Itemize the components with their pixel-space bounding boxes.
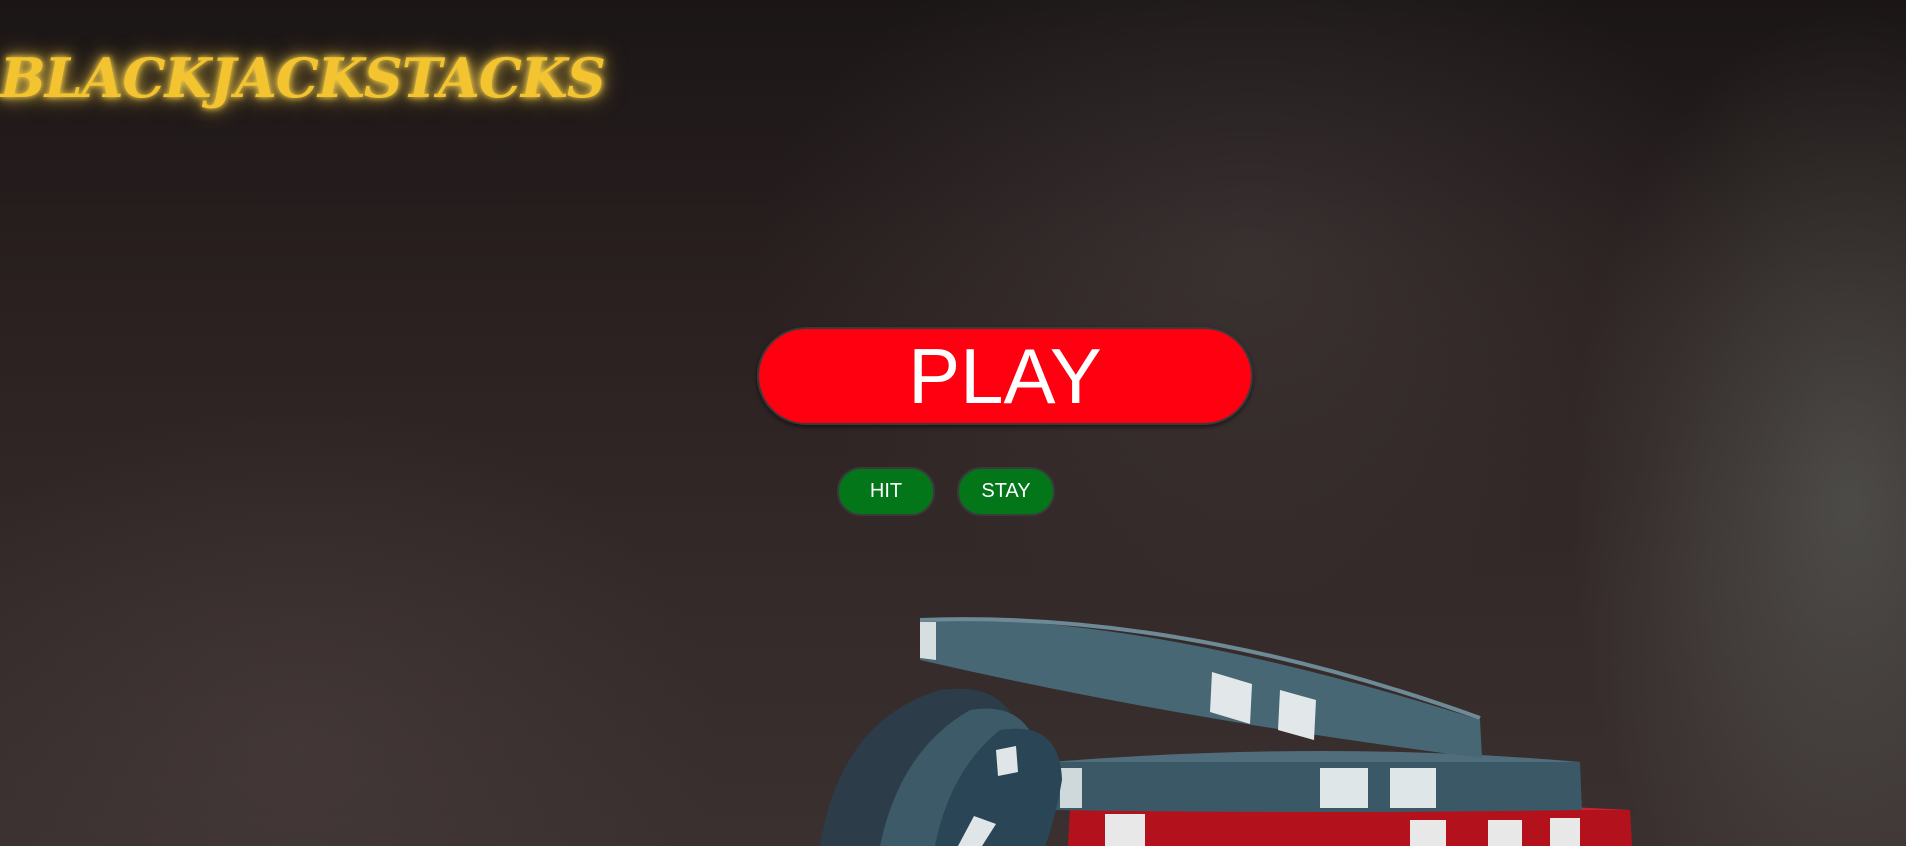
upright-chips [820,688,1062,846]
game-logo: BLACKJACKSTACKS [0,46,606,110]
stay-button[interactable]: STAY [957,467,1055,516]
play-button[interactable]: PLAY [757,327,1253,425]
blue-chip-lower [1050,751,1582,812]
hit-button[interactable]: HIT [837,467,935,516]
poker-chips-image [820,617,1632,846]
